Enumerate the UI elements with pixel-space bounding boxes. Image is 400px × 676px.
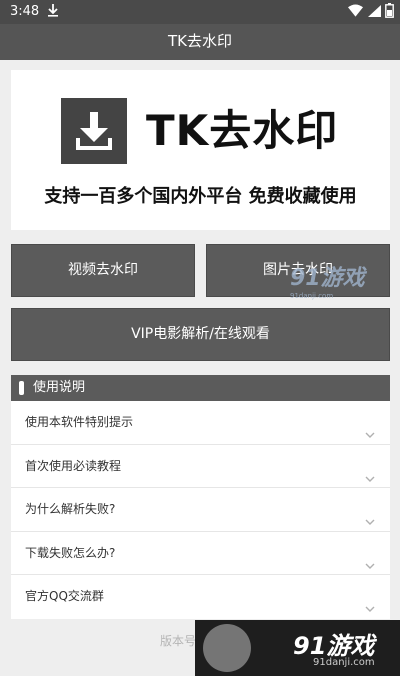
usage-item-qq-group[interactable]: 官方QQ交流群 — [11, 575, 390, 619]
vip-movie-button[interactable]: VIP电影解析/在线观看 — [11, 308, 390, 361]
page-title: TK去水印 — [168, 32, 232, 50]
corner-watermark: 91游戏 91danji.com — [195, 620, 400, 676]
section-bar-icon — [19, 381, 24, 395]
usage-item-label: 使用本软件特别提示 — [25, 415, 134, 429]
usage-item-label: 官方QQ交流群 — [25, 589, 104, 604]
logo-text: TK去水印 — [146, 106, 339, 155]
app-bar: TK去水印 — [0, 24, 400, 60]
download-logo-icon — [61, 98, 127, 164]
watermark-logo-icon — [203, 624, 251, 672]
site-watermark: 91游戏 91danji.com — [290, 260, 365, 300]
slogan: 支持一百多个国内外平台 免费收藏使用 — [44, 186, 357, 207]
usage-item-label: 下载失败怎么办? — [25, 545, 116, 560]
usage-item-label: 为什么解析失败? — [25, 502, 116, 517]
signal-icon — [367, 4, 381, 22]
watermark-site-url: 91danji.com — [290, 292, 334, 300]
usage-section-header: 使用说明 — [11, 375, 390, 401]
usage-item-download-fail[interactable]: 下载失败怎么办? — [11, 532, 390, 576]
status-time: 3:48 — [10, 4, 40, 19]
version-label: 版本号 — [160, 634, 197, 648]
usage-item-label: 首次使用必读教程 — [25, 458, 122, 473]
corner-watermark-name: 91游戏 — [293, 632, 375, 660]
usage-item-parse-fail[interactable]: 为什么解析失败? — [11, 488, 390, 532]
usage-section-title: 使用说明 — [33, 380, 86, 395]
video-watermark-button[interactable]: 视频去水印 — [11, 244, 195, 297]
battery-icon — [385, 3, 394, 22]
usage-item-notice[interactable]: 使用本软件特别提示 — [11, 401, 390, 445]
wifi-icon — [348, 3, 363, 22]
usage-item-tutorial[interactable]: 首次使用必读教程 — [11, 445, 390, 489]
download-icon — [47, 3, 59, 21]
corner-watermark-url: 91danji.com — [313, 657, 375, 668]
logo-banner: TK去水印 支持一百多个国内外平台 免费收藏使用 — [11, 70, 390, 230]
status-bar: 3:48 — [0, 0, 400, 24]
watermark-site-name: 91游戏 — [290, 266, 365, 291]
usage-list: 使用本软件特别提示 首次使用必读教程 为什么解析失败? 下载失败怎么办? 官方Q… — [11, 401, 390, 619]
